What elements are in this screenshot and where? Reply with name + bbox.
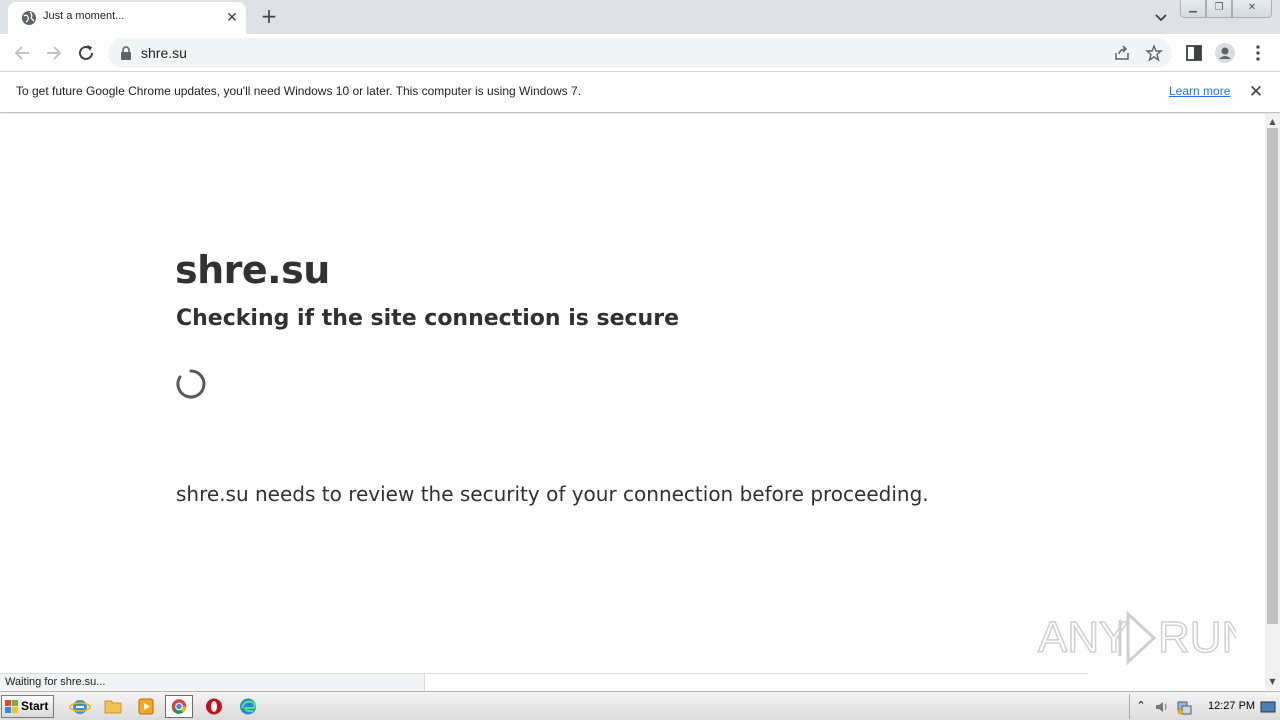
windows-taskbar: Start ⌃ 12:27 PM (0, 691, 1280, 720)
window-controls: ▁ ❐ ✕ (1180, 0, 1272, 18)
minimize-button[interactable]: ▁ (1180, 0, 1206, 18)
reload-icon[interactable] (75, 42, 97, 64)
forward-arrow-icon[interactable] (43, 42, 65, 64)
scroll-up-arrow-icon[interactable]: ▲ (1265, 116, 1280, 128)
svg-text:RUN: RUN (1158, 613, 1236, 662)
page-subtitle: Checking if the site connection is secur… (176, 306, 679, 331)
globe-icon (22, 11, 36, 25)
windows-logo-icon (5, 700, 18, 713)
start-button[interactable]: Start (1, 695, 54, 718)
network-icon[interactable] (1176, 699, 1192, 715)
svg-text:ANY: ANY (1038, 613, 1128, 662)
learn-more-link[interactable]: Learn more (1169, 84, 1230, 98)
review-message: shre.su needs to review the security of … (176, 482, 929, 506)
tab-strip: Just a moment... ✕ + ▁ ❐ ✕ (0, 0, 1280, 34)
restore-button[interactable]: ❐ (1206, 0, 1232, 18)
address-bar[interactable]: shre.su (108, 38, 1172, 68)
edge-icon[interactable] (234, 695, 262, 718)
scroll-down-arrow-icon[interactable]: ▼ (1265, 676, 1280, 688)
back-arrow-icon[interactable] (11, 42, 33, 64)
tab-title: Just a moment... (43, 10, 125, 22)
anyrun-watermark-logo: ANY RUN (1037, 610, 1236, 666)
chrome-icon[interactable] (165, 695, 193, 718)
status-bubble: Waiting for shre.su... (0, 673, 425, 691)
show-desktop-icon[interactable] (1260, 699, 1276, 715)
opera-icon[interactable] (200, 695, 228, 718)
profile-avatar-icon[interactable] (1215, 43, 1235, 63)
start-label: Start (21, 699, 49, 713)
new-tab-button[interactable]: + (258, 6, 280, 28)
loading-spinner-icon (176, 369, 206, 399)
volume-icon[interactable] (1154, 699, 1170, 715)
star-icon[interactable] (1145, 44, 1163, 62)
show-hidden-icons-icon[interactable]: ⌃ (1133, 699, 1149, 715)
page-scrollbar[interactable]: ▲ ▼ (1265, 114, 1280, 690)
folder-icon[interactable] (99, 695, 127, 718)
close-tab-icon[interactable]: ✕ (224, 10, 240, 26)
chevron-down-icon[interactable] (1152, 8, 1170, 26)
system-tray: ⌃ 12:27 PM (1129, 694, 1277, 719)
side-panel-icon[interactable] (1184, 43, 1204, 63)
close-window-button[interactable]: ✕ (1232, 0, 1272, 18)
url-text[interactable]: shre.su (141, 45, 187, 61)
update-infobar: To get future Google Chrome updates, you… (0, 72, 1280, 113)
browser-toolbar: shre.su (0, 34, 1280, 72)
infobar-message: To get future Google Chrome updates, you… (16, 84, 582, 98)
share-icon[interactable] (1113, 44, 1131, 62)
taskbar-clock[interactable]: 12:27 PM (1208, 700, 1255, 712)
page-content: shre.su Checking if the site connection … (0, 114, 1265, 690)
scroll-thumb[interactable] (1267, 128, 1278, 624)
more-menu-icon[interactable] (1248, 43, 1268, 63)
browser-tab[interactable]: Just a moment... ✕ (8, 2, 246, 34)
lock-icon[interactable] (120, 46, 132, 60)
close-infobar-icon[interactable]: ✕ (1247, 83, 1265, 101)
page-title: shre.su (175, 248, 330, 292)
internet-explorer-icon[interactable] (66, 695, 94, 718)
media-player-icon[interactable] (132, 695, 160, 718)
